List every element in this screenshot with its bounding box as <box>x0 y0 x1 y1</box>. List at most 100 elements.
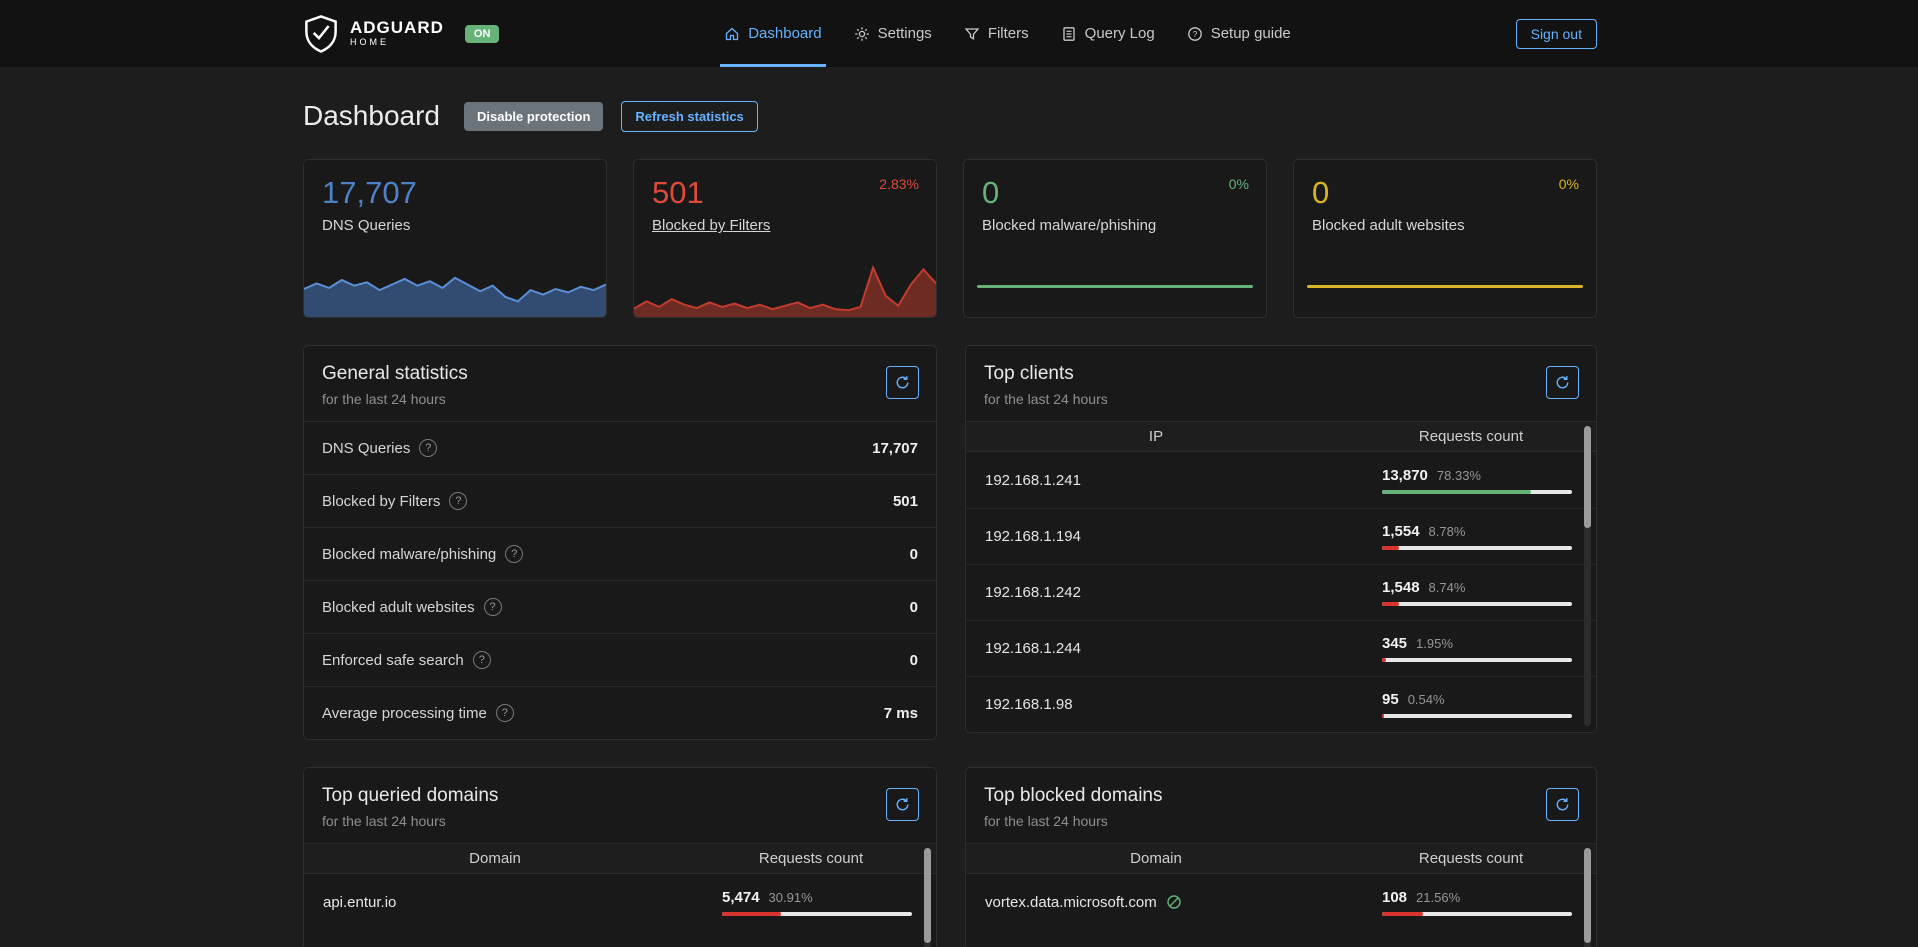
help-icon[interactable]: ? <box>473 651 491 669</box>
blocked-filters-sparkline <box>634 261 936 317</box>
table-header: Domain Requests count <box>966 843 1596 874</box>
refresh-statistics-button[interactable]: Refresh statistics <box>621 101 757 132</box>
stat-row-label: Average processing time <box>322 705 487 722</box>
progress-bar <box>1382 658 1572 662</box>
scrollbar-thumb[interactable] <box>1584 426 1591 528</box>
help-icon[interactable]: ? <box>449 492 467 510</box>
table-row: 192.168.1.194 1,5548.78% <box>966 508 1596 564</box>
requests-count: 345 <box>1382 635 1407 652</box>
stat-row-label: Enforced safe search <box>322 652 464 669</box>
blocked-circle-icon <box>1166 894 1182 910</box>
scrollbar-track[interactable] <box>924 848 931 947</box>
refresh-top-queried-domains-button[interactable] <box>886 788 919 821</box>
client-ip: 192.168.1.194 <box>985 528 1382 545</box>
table-row: 192.168.1.98 950.54% <box>966 676 1596 732</box>
page-header: Dashboard Disable protection Refresh sta… <box>303 100 1597 132</box>
blocked-malware-value: 0 <box>982 176 1248 210</box>
dns-queries-label: DNS Queries <box>322 217 410 234</box>
panel-title: General statistics <box>322 363 918 385</box>
client-ip: 192.168.1.241 <box>985 472 1382 489</box>
requests-percent: 0.54% <box>1408 692 1445 707</box>
stat-row-value: 7 ms <box>884 705 918 722</box>
column-header-requests-count: Requests count <box>686 844 936 873</box>
refresh-icon <box>895 797 910 812</box>
scrollbar-track[interactable] <box>1584 848 1591 947</box>
dns-queries-value: 17,707 <box>322 176 588 210</box>
nav-item-setup-guide[interactable]: ? Setup guide <box>1187 0 1291 67</box>
help-icon[interactable]: ? <box>496 704 514 722</box>
panel-subtitle: for the last 24 hours <box>984 813 1578 829</box>
blocked-filters-link[interactable]: Blocked by Filters <box>652 217 770 234</box>
general-statistics-panel: General statistics for the last 24 hours… <box>303 345 937 740</box>
scrollbar-thumb[interactable] <box>1584 848 1591 943</box>
progress-bar <box>1382 912 1572 916</box>
nav-item-label: Setup guide <box>1211 25 1291 42</box>
stat-row: DNS Queries? 17,707 <box>304 421 936 474</box>
table-row: 192.168.1.242 1,5488.74% <box>966 564 1596 620</box>
refresh-general-statistics-button[interactable] <box>886 366 919 399</box>
disable-protection-button[interactable]: Disable protection <box>464 102 603 131</box>
refresh-icon <box>1555 375 1570 390</box>
stat-row: Blocked by Filters? 501 <box>304 474 936 527</box>
progress-bar <box>1382 602 1572 606</box>
stat-row-value: 0 <box>910 599 918 616</box>
nav-item-dashboard[interactable]: Dashboard <box>724 0 821 67</box>
blocked-filters-value: 501 <box>652 176 918 210</box>
stat-row-value: 501 <box>893 493 918 510</box>
progress-bar <box>722 912 912 916</box>
client-ip: 192.168.1.244 <box>985 640 1382 657</box>
stat-card-blocked-by-filters: 501 Blocked by Filters 2.83% <box>633 159 937 318</box>
adguard-home-logo[interactable]: ADGUARD HOME ON <box>303 15 499 53</box>
panel-title: Top clients <box>984 363 1578 385</box>
progress-bar <box>1382 490 1572 494</box>
column-header-requests-count: Requests count <box>1346 844 1596 873</box>
domain-name: vortex.data.microsoft.com <box>985 894 1157 911</box>
table-row: 192.168.1.244 3451.95% <box>966 620 1596 676</box>
requests-count: 13,870 <box>1382 467 1428 484</box>
stat-row-label: DNS Queries <box>322 440 410 457</box>
nav-item-filters[interactable]: Filters <box>964 0 1029 67</box>
nav-item-settings[interactable]: Settings <box>854 0 932 67</box>
refresh-top-blocked-domains-button[interactable] <box>1546 788 1579 821</box>
stat-row: Blocked adult websites? 0 <box>304 580 936 633</box>
help-icon[interactable]: ? <box>419 439 437 457</box>
brand-title: ADGUARD <box>350 19 444 38</box>
blocked-malware-flatline <box>977 285 1253 288</box>
scrollbar-thumb[interactable] <box>924 848 931 943</box>
panel-title: Top queried domains <box>322 785 918 807</box>
column-header-ip: IP <box>966 422 1346 451</box>
progress-bar <box>1382 714 1572 718</box>
stat-row-label: Blocked adult websites <box>322 599 475 616</box>
stat-row: Enforced safe search? 0 <box>304 633 936 686</box>
stat-row-value: 0 <box>910 652 918 669</box>
nav-item-label: Filters <box>988 25 1029 42</box>
top-blocked-domains-panel: Top blocked domains for the last 24 hour… <box>965 767 1597 947</box>
table-row: vortex.data.microsoft.com 10821.56% <box>966 874 1596 930</box>
scrollbar-track[interactable] <box>1584 426 1591 726</box>
help-icon[interactable]: ? <box>484 598 502 616</box>
bottom-panels-row: Top queried domains for the last 24 hour… <box>303 767 1597 947</box>
sign-out-button[interactable]: Sign out <box>1516 19 1597 49</box>
column-header-domain: Domain <box>966 844 1346 873</box>
requests-count: 1,554 <box>1382 523 1420 540</box>
refresh-top-clients-button[interactable] <box>1546 366 1579 399</box>
blocked-malware-label: Blocked malware/phishing <box>982 217 1156 234</box>
stat-row: Blocked malware/phishing? 0 <box>304 527 936 580</box>
nav-item-query-log[interactable]: Query Log <box>1061 0 1155 67</box>
dashboard-page: Dashboard Disable protection Refresh sta… <box>303 100 1597 947</box>
stat-row-label: Blocked by Filters <box>322 493 440 510</box>
stat-row-value: 0 <box>910 546 918 563</box>
brand-subtitle: HOME <box>350 38 444 48</box>
gear-icon <box>854 26 870 42</box>
stat-row-value: 17,707 <box>872 440 918 457</box>
stat-cards-row: 17,707 DNS Queries 501 Blocked by Filter… <box>303 159 1597 318</box>
requests-percent: 30.91% <box>769 890 813 905</box>
dns-queries-sparkline <box>304 261 606 317</box>
refresh-icon <box>895 375 910 390</box>
top-queried-domains-panel: Top queried domains for the last 24 hour… <box>303 767 937 947</box>
client-ip: 192.168.1.98 <box>985 696 1382 713</box>
requests-count: 108 <box>1382 889 1407 906</box>
column-header-requests-count: Requests count <box>1346 422 1596 451</box>
requests-count: 1,548 <box>1382 579 1420 596</box>
help-icon[interactable]: ? <box>505 545 523 563</box>
